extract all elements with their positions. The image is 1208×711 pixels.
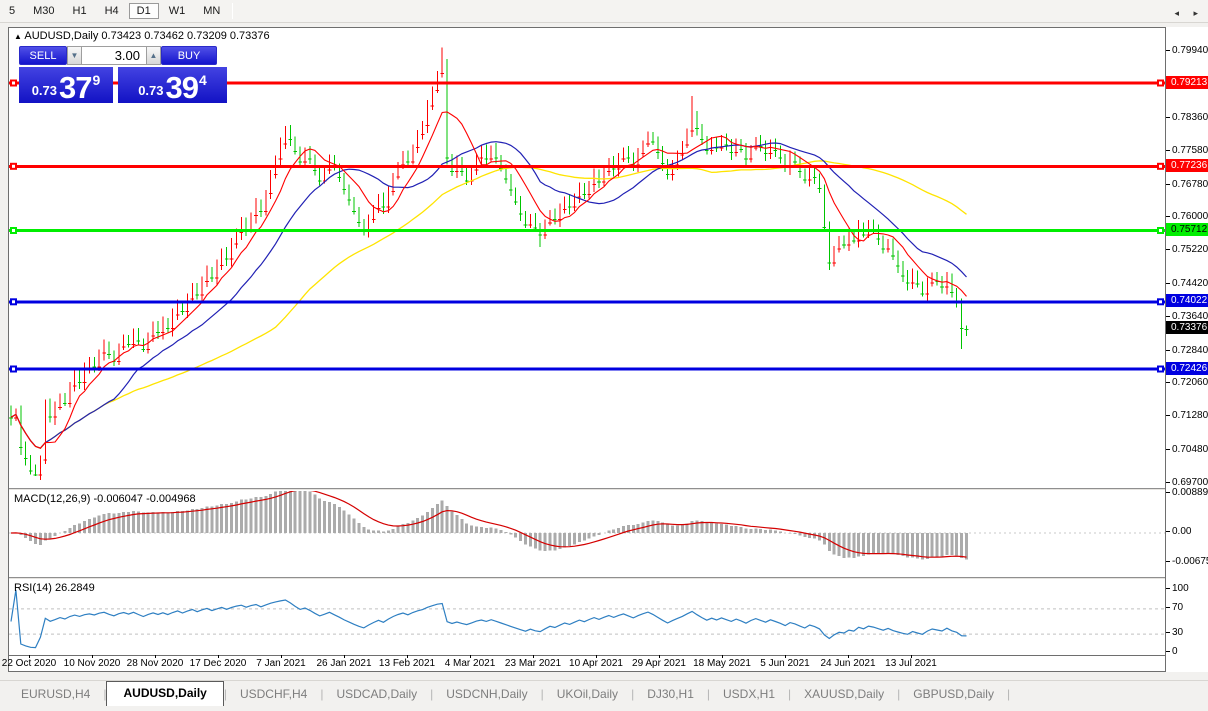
level-price-badge: 0.79213 — [1166, 76, 1208, 89]
date-label: 5 Jun 2021 — [760, 658, 810, 669]
date-label: 17 Dec 2020 — [190, 658, 247, 669]
date-label: 22 Oct 2020 — [2, 658, 56, 669]
date-label: 28 Nov 2020 — [127, 658, 184, 669]
price-chart-panel[interactable]: ▲ AUDUSD,Daily 0.73423 0.73462 0.73209 0… — [9, 28, 1165, 488]
sell-price-pip: 9 — [93, 72, 101, 88]
one-click-trading-widget: SELL ▼ ▲ BUY 0.73 37 9 0.73 39 4 — [19, 46, 227, 103]
timeframe-button-MN[interactable]: MN — [195, 3, 228, 19]
sell-price-prefix: 0.73 — [32, 83, 57, 98]
timeframe-button-H1[interactable]: H1 — [65, 3, 95, 19]
buy-price-pip: 4 — [199, 72, 207, 88]
macd-label: MACD(12,26,9) — [14, 493, 90, 505]
current-price-badge: 0.73376 — [1166, 321, 1208, 334]
tab-usdx-h1[interactable]: USDX,H1 — [710, 683, 788, 706]
chart-window: ▲ AUDUSD,Daily 0.73423 0.73462 0.73209 0… — [8, 27, 1166, 672]
timeframe-button-D1[interactable]: D1 — [129, 3, 159, 19]
tab-scroll-arrows[interactable]: ◂ ▸ — [1174, 8, 1204, 19]
sell-price-box[interactable]: 0.73 37 9 — [19, 66, 113, 103]
date-label: 29 Apr 2021 — [632, 658, 686, 669]
level-price-badge: 0.74022 — [1166, 294, 1208, 307]
date-label: 10 Nov 2020 — [64, 658, 121, 669]
macd-panel[interactable]: MACD(12,26,9) -0.006047 -0.004968 — [9, 491, 1165, 577]
buy-price-big: 39 — [166, 74, 198, 101]
date-label: 24 Jun 2021 — [820, 658, 875, 669]
tab-ukoil-daily[interactable]: UKOil,Daily — [544, 683, 631, 706]
rsi-label: RSI(14) — [14, 582, 52, 594]
level-price-badge: 0.75712 — [1166, 223, 1208, 236]
price-axis: 0.799400.791600.783600.775800.767800.760… — [1166, 27, 1208, 672]
trading-platform-window: 5M30H1H4D1W1MN ▲ AUDUSD,Daily 0.73423 0.… — [0, 0, 1208, 711]
symbol-period-label: AUDUSD,Daily — [24, 30, 98, 42]
timeframe-button-H4[interactable]: H4 — [97, 3, 127, 19]
rsi-chart — [9, 580, 1165, 655]
tab-usdcnh-daily[interactable]: USDCNH,Daily — [433, 683, 540, 706]
toolbar-separator — [232, 3, 233, 19]
date-label: 13 Feb 2021 — [379, 658, 435, 669]
macd-values: -0.006047 -0.004968 — [93, 493, 195, 505]
date-label: 23 Mar 2021 — [505, 658, 561, 669]
collapse-triangle-icon[interactable]: ▲ — [14, 32, 22, 41]
buy-price-prefix: 0.73 — [138, 83, 163, 98]
level-price-badge: 0.77236 — [1166, 159, 1208, 172]
rsi-value: 26.2849 — [55, 582, 95, 594]
timeframe-button-W1[interactable]: W1 — [161, 3, 194, 19]
date-label: 7 Jan 2021 — [256, 658, 306, 669]
date-label: 10 Apr 2021 — [569, 658, 623, 669]
date-label: 26 Jan 2021 — [316, 658, 371, 669]
volume-decrease-icon[interactable]: ▼ — [67, 46, 82, 65]
tab-usdcad-daily[interactable]: USDCAD,Daily — [323, 683, 430, 706]
chart-title: ▲ AUDUSD,Daily 0.73423 0.73462 0.73209 0… — [14, 30, 270, 42]
timeframe-button-5[interactable]: 5 — [1, 3, 23, 19]
chart-tab-bar: EURUSD,H4|AUDUSD,Daily|USDCHF,H4|USDCAD,… — [0, 680, 1208, 706]
sell-price-big: 37 — [59, 74, 91, 101]
volume-increase-icon[interactable]: ▲ — [146, 46, 161, 65]
sell-button[interactable]: SELL — [19, 46, 67, 65]
date-label: 13 Jul 2021 — [885, 658, 937, 669]
tab-usdchf-h4[interactable]: USDCHF,H4 — [227, 683, 320, 706]
timeframe-button-M30[interactable]: M30 — [25, 3, 62, 19]
ohlc-readout: 0.73423 0.73462 0.73209 0.73376 — [101, 30, 269, 42]
buy-button[interactable]: BUY — [161, 46, 217, 65]
volume-input[interactable] — [82, 46, 146, 65]
buy-price-box[interactable]: 0.73 39 4 — [118, 66, 227, 103]
tab-eurusd-h4[interactable]: EURUSD,H4 — [8, 683, 103, 706]
date-label: 4 Mar 2021 — [445, 658, 496, 669]
tab-separator: | — [1007, 687, 1010, 706]
date-label: 18 May 2021 — [693, 658, 751, 669]
date-axis: 22 Oct 202010 Nov 202028 Nov 202017 Dec … — [9, 655, 1165, 671]
rsi-panel[interactable]: RSI(14) 26.2849 — [9, 580, 1165, 655]
timeframe-toolbar: 5M30H1H4D1W1MN — [0, 0, 1208, 23]
level-price-badge: 0.72426 — [1166, 362, 1208, 375]
tab-dj30-h1[interactable]: DJ30,H1 — [634, 683, 707, 706]
tab-gbpusd-daily[interactable]: GBPUSD,Daily — [900, 683, 1007, 706]
tab-audusd-daily[interactable]: AUDUSD,Daily — [106, 681, 223, 706]
tab-xauusd-daily[interactable]: XAUUSD,Daily — [791, 683, 897, 706]
